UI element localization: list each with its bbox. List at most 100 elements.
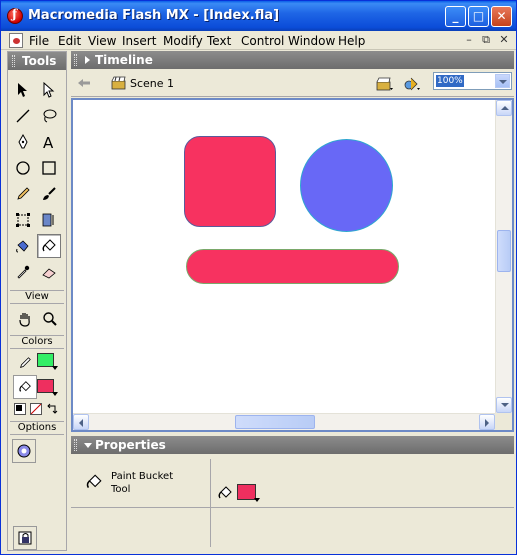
properties-header[interactable]: Properties bbox=[71, 436, 514, 454]
menu-text[interactable]: Text bbox=[207, 34, 231, 48]
gap-size-option[interactable] bbox=[12, 439, 36, 463]
grip-handle[interactable] bbox=[12, 55, 15, 67]
text-a-icon: A bbox=[43, 134, 54, 150]
view-section-label: View bbox=[10, 290, 64, 304]
default-colors-button[interactable] bbox=[14, 403, 26, 415]
timeline-header[interactable]: Timeline bbox=[71, 51, 514, 69]
brush-icon bbox=[43, 187, 56, 200]
menu-modify[interactable]: Modify bbox=[163, 34, 203, 48]
stage-canvas[interactable] bbox=[73, 100, 495, 413]
properties-grip-handle[interactable] bbox=[74, 439, 77, 451]
brush-tool[interactable] bbox=[37, 182, 61, 206]
scene-label[interactable]: Scene 1 bbox=[130, 77, 174, 90]
title-bar[interactable]: Macromedia Flash MX - [Index.fla] _ □ ✕ bbox=[1, 1, 516, 31]
document-icon[interactable] bbox=[9, 33, 23, 48]
lock-fill-option[interactable] bbox=[13, 526, 37, 550]
fill-transform-tool[interactable] bbox=[37, 208, 61, 232]
swap-colors-button[interactable] bbox=[46, 403, 58, 415]
menu-bar: File Edit View Insert Modify Text Contro… bbox=[1, 31, 516, 50]
pencil-tool[interactable] bbox=[11, 182, 35, 206]
circle-shape[interactable] bbox=[300, 139, 393, 232]
scroll-down-button[interactable] bbox=[496, 397, 512, 413]
menu-insert[interactable]: Insert bbox=[122, 34, 156, 48]
stroke-pencil-icon bbox=[20, 357, 31, 368]
properties-divider bbox=[210, 459, 211, 547]
pen-tool[interactable] bbox=[11, 130, 35, 154]
minimize-button[interactable]: _ bbox=[445, 6, 466, 27]
fill-transform-icon bbox=[42, 213, 54, 227]
window-title: Macromedia Flash MX - [Index.fla] bbox=[28, 8, 280, 23]
swap-arrows-icon bbox=[47, 403, 58, 414]
paint-bucket-tool[interactable] bbox=[37, 234, 61, 258]
text-tool[interactable]: A bbox=[37, 130, 61, 154]
maximize-button[interactable]: □ bbox=[468, 6, 489, 27]
zoom-select[interactable]: 100% bbox=[433, 72, 512, 90]
vertical-scroll-thumb[interactable] bbox=[497, 230, 511, 272]
line-tool[interactable] bbox=[11, 104, 35, 128]
menu-window[interactable]: Window bbox=[288, 34, 335, 48]
close-button[interactable]: ✕ bbox=[491, 6, 512, 27]
stroke-dropdown-arrow-icon[interactable] bbox=[52, 366, 58, 371]
scroll-up-button[interactable] bbox=[496, 100, 512, 116]
free-transform-tool[interactable] bbox=[11, 208, 35, 232]
eyedropper-icon bbox=[17, 265, 30, 279]
flash-app-icon[interactable] bbox=[7, 7, 23, 24]
rectangle-icon bbox=[42, 161, 56, 175]
stroke-color-icon-wrap bbox=[13, 351, 37, 375]
free-transform-icon bbox=[16, 213, 30, 227]
properties-fill-dropdown-arrow-icon[interactable] bbox=[254, 498, 260, 503]
rounded-bar-shape[interactable] bbox=[186, 249, 399, 284]
scroll-right-button[interactable] bbox=[479, 414, 495, 430]
lock-fill-icon bbox=[18, 531, 32, 545]
lasso-tool[interactable] bbox=[37, 104, 61, 128]
fill-dropdown-arrow-icon[interactable] bbox=[52, 392, 58, 397]
collapse-arrow-icon[interactable] bbox=[84, 443, 92, 448]
doc-restore-button[interactable]: ⧉ bbox=[479, 33, 493, 47]
edit-symbols-icon[interactable] bbox=[402, 75, 422, 93]
tools-panel: Tools A View Colors Options bbox=[7, 51, 67, 551]
properties-title: Properties bbox=[95, 438, 166, 452]
menu-view[interactable]: View bbox=[88, 34, 116, 48]
eyedropper-tool[interactable] bbox=[11, 260, 35, 284]
timeline-grip-handle[interactable] bbox=[74, 54, 77, 66]
edit-scene-icon[interactable] bbox=[375, 75, 395, 93]
menu-control[interactable]: Control bbox=[241, 34, 284, 48]
stroke-color-swatch[interactable] bbox=[37, 353, 54, 367]
subselect-tool[interactable] bbox=[37, 78, 61, 102]
doc-minimize-button[interactable]: – bbox=[462, 33, 476, 47]
scroll-left-button[interactable] bbox=[73, 414, 89, 430]
oval-tool[interactable] bbox=[11, 156, 35, 180]
fill-bucket-icon bbox=[218, 486, 232, 499]
zoom-value: 100% bbox=[436, 75, 464, 87]
lasso-icon bbox=[43, 109, 57, 123]
arrow-tool[interactable] bbox=[11, 78, 35, 102]
zoom-tool[interactable] bbox=[38, 307, 62, 331]
clapperboard-icon bbox=[111, 76, 126, 90]
menu-file[interactable]: File bbox=[29, 34, 49, 48]
rounded-square-shape[interactable] bbox=[184, 136, 276, 227]
eraser-tool[interactable] bbox=[37, 260, 61, 284]
expand-arrow-icon[interactable] bbox=[85, 56, 90, 64]
rectangle-tool[interactable] bbox=[37, 156, 61, 180]
zoom-dropdown-arrow-icon[interactable] bbox=[495, 74, 510, 88]
tools-panel-header[interactable]: Tools bbox=[8, 52, 66, 70]
menu-edit[interactable]: Edit bbox=[58, 34, 81, 48]
scene-bar: Scene 1 100% bbox=[71, 70, 514, 97]
ink-bottle-icon bbox=[16, 240, 29, 253]
menu-help[interactable]: Help bbox=[338, 34, 365, 48]
back-arrow-icon[interactable] bbox=[77, 78, 91, 88]
doc-close-button[interactable]: ✕ bbox=[497, 33, 511, 47]
arrow-icon bbox=[18, 83, 27, 97]
black-white-icon bbox=[16, 405, 22, 411]
horizontal-scroll-thumb[interactable] bbox=[235, 415, 315, 429]
no-color-button[interactable] bbox=[30, 403, 42, 415]
hand-tool[interactable] bbox=[13, 307, 37, 331]
fill-color-swatch[interactable] bbox=[37, 379, 54, 393]
horizontal-scrollbar[interactable] bbox=[73, 413, 495, 430]
ink-bottle-tool[interactable] bbox=[11, 234, 35, 258]
oval-icon bbox=[16, 161, 30, 175]
subselect-arrow-icon bbox=[43, 82, 55, 98]
pen-icon bbox=[18, 134, 28, 149]
vertical-scrollbar[interactable] bbox=[495, 100, 512, 413]
timeline-title: Timeline bbox=[95, 53, 153, 67]
